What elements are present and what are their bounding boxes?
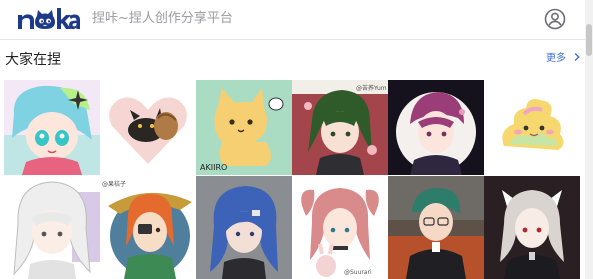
watermark-text: @苦荞Yum [356, 84, 387, 92]
gallery-item[interactable]: @Suurari [292, 176, 388, 279]
artwork-image [100, 80, 196, 175]
more-label: 更多 [546, 53, 566, 64]
gallery-item[interactable] [100, 80, 196, 175]
gallery-item[interactable] [484, 80, 580, 175]
noka-logo[interactable]: noka [16, 4, 82, 34]
artwork-image [484, 80, 580, 175]
gallery-item[interactable] [4, 176, 100, 279]
top-bar: noka 捏咔~捏人创作分享平台 [0, 0, 593, 40]
artwork-image [388, 176, 484, 279]
artwork-image: @果桔子 [100, 176, 196, 279]
gallery-item[interactable] [388, 80, 484, 175]
artwork-image [4, 176, 100, 279]
artwork-image: AKIIRO [196, 80, 292, 175]
user-circle-icon[interactable] [544, 8, 566, 30]
section-title: 大家在捏 [5, 52, 61, 68]
watermark-text: AKIIRO [200, 163, 227, 172]
gallery-item[interactable]: @苦荞Yum [292, 80, 388, 175]
artwork-image: @Suurari [292, 176, 388, 279]
artwork-image [484, 176, 580, 279]
artwork-image [196, 176, 292, 279]
artwork-image [4, 80, 100, 175]
gallery-item[interactable] [4, 80, 100, 175]
more-link[interactable]: 更多 [546, 52, 582, 66]
gallery-item[interactable] [196, 176, 292, 279]
gallery-item[interactable]: AKIIRO [196, 80, 292, 175]
chevron-right-icon [574, 53, 580, 61]
site-tagline: 捏咔~捏人创作分享平台 [92, 11, 233, 26]
watermark-text: @果桔子 [102, 180, 126, 188]
gallery-item[interactable] [388, 176, 484, 279]
gallery-grid: AKIIRO @苦荞Yum @果桔子 @Suurari [0, 78, 585, 279]
page-scrollbar[interactable] [585, 0, 593, 279]
section-header: 大家在捏 更多 [0, 40, 585, 78]
gallery-item[interactable] [484, 176, 580, 279]
artwork-image [388, 80, 484, 175]
watermark-text: @Suurari [344, 269, 372, 276]
scrollbar-thumb[interactable] [586, 24, 592, 56]
gallery-item[interactable]: @果桔子 [100, 176, 196, 279]
artwork-image: @苦荞Yum [292, 80, 388, 175]
